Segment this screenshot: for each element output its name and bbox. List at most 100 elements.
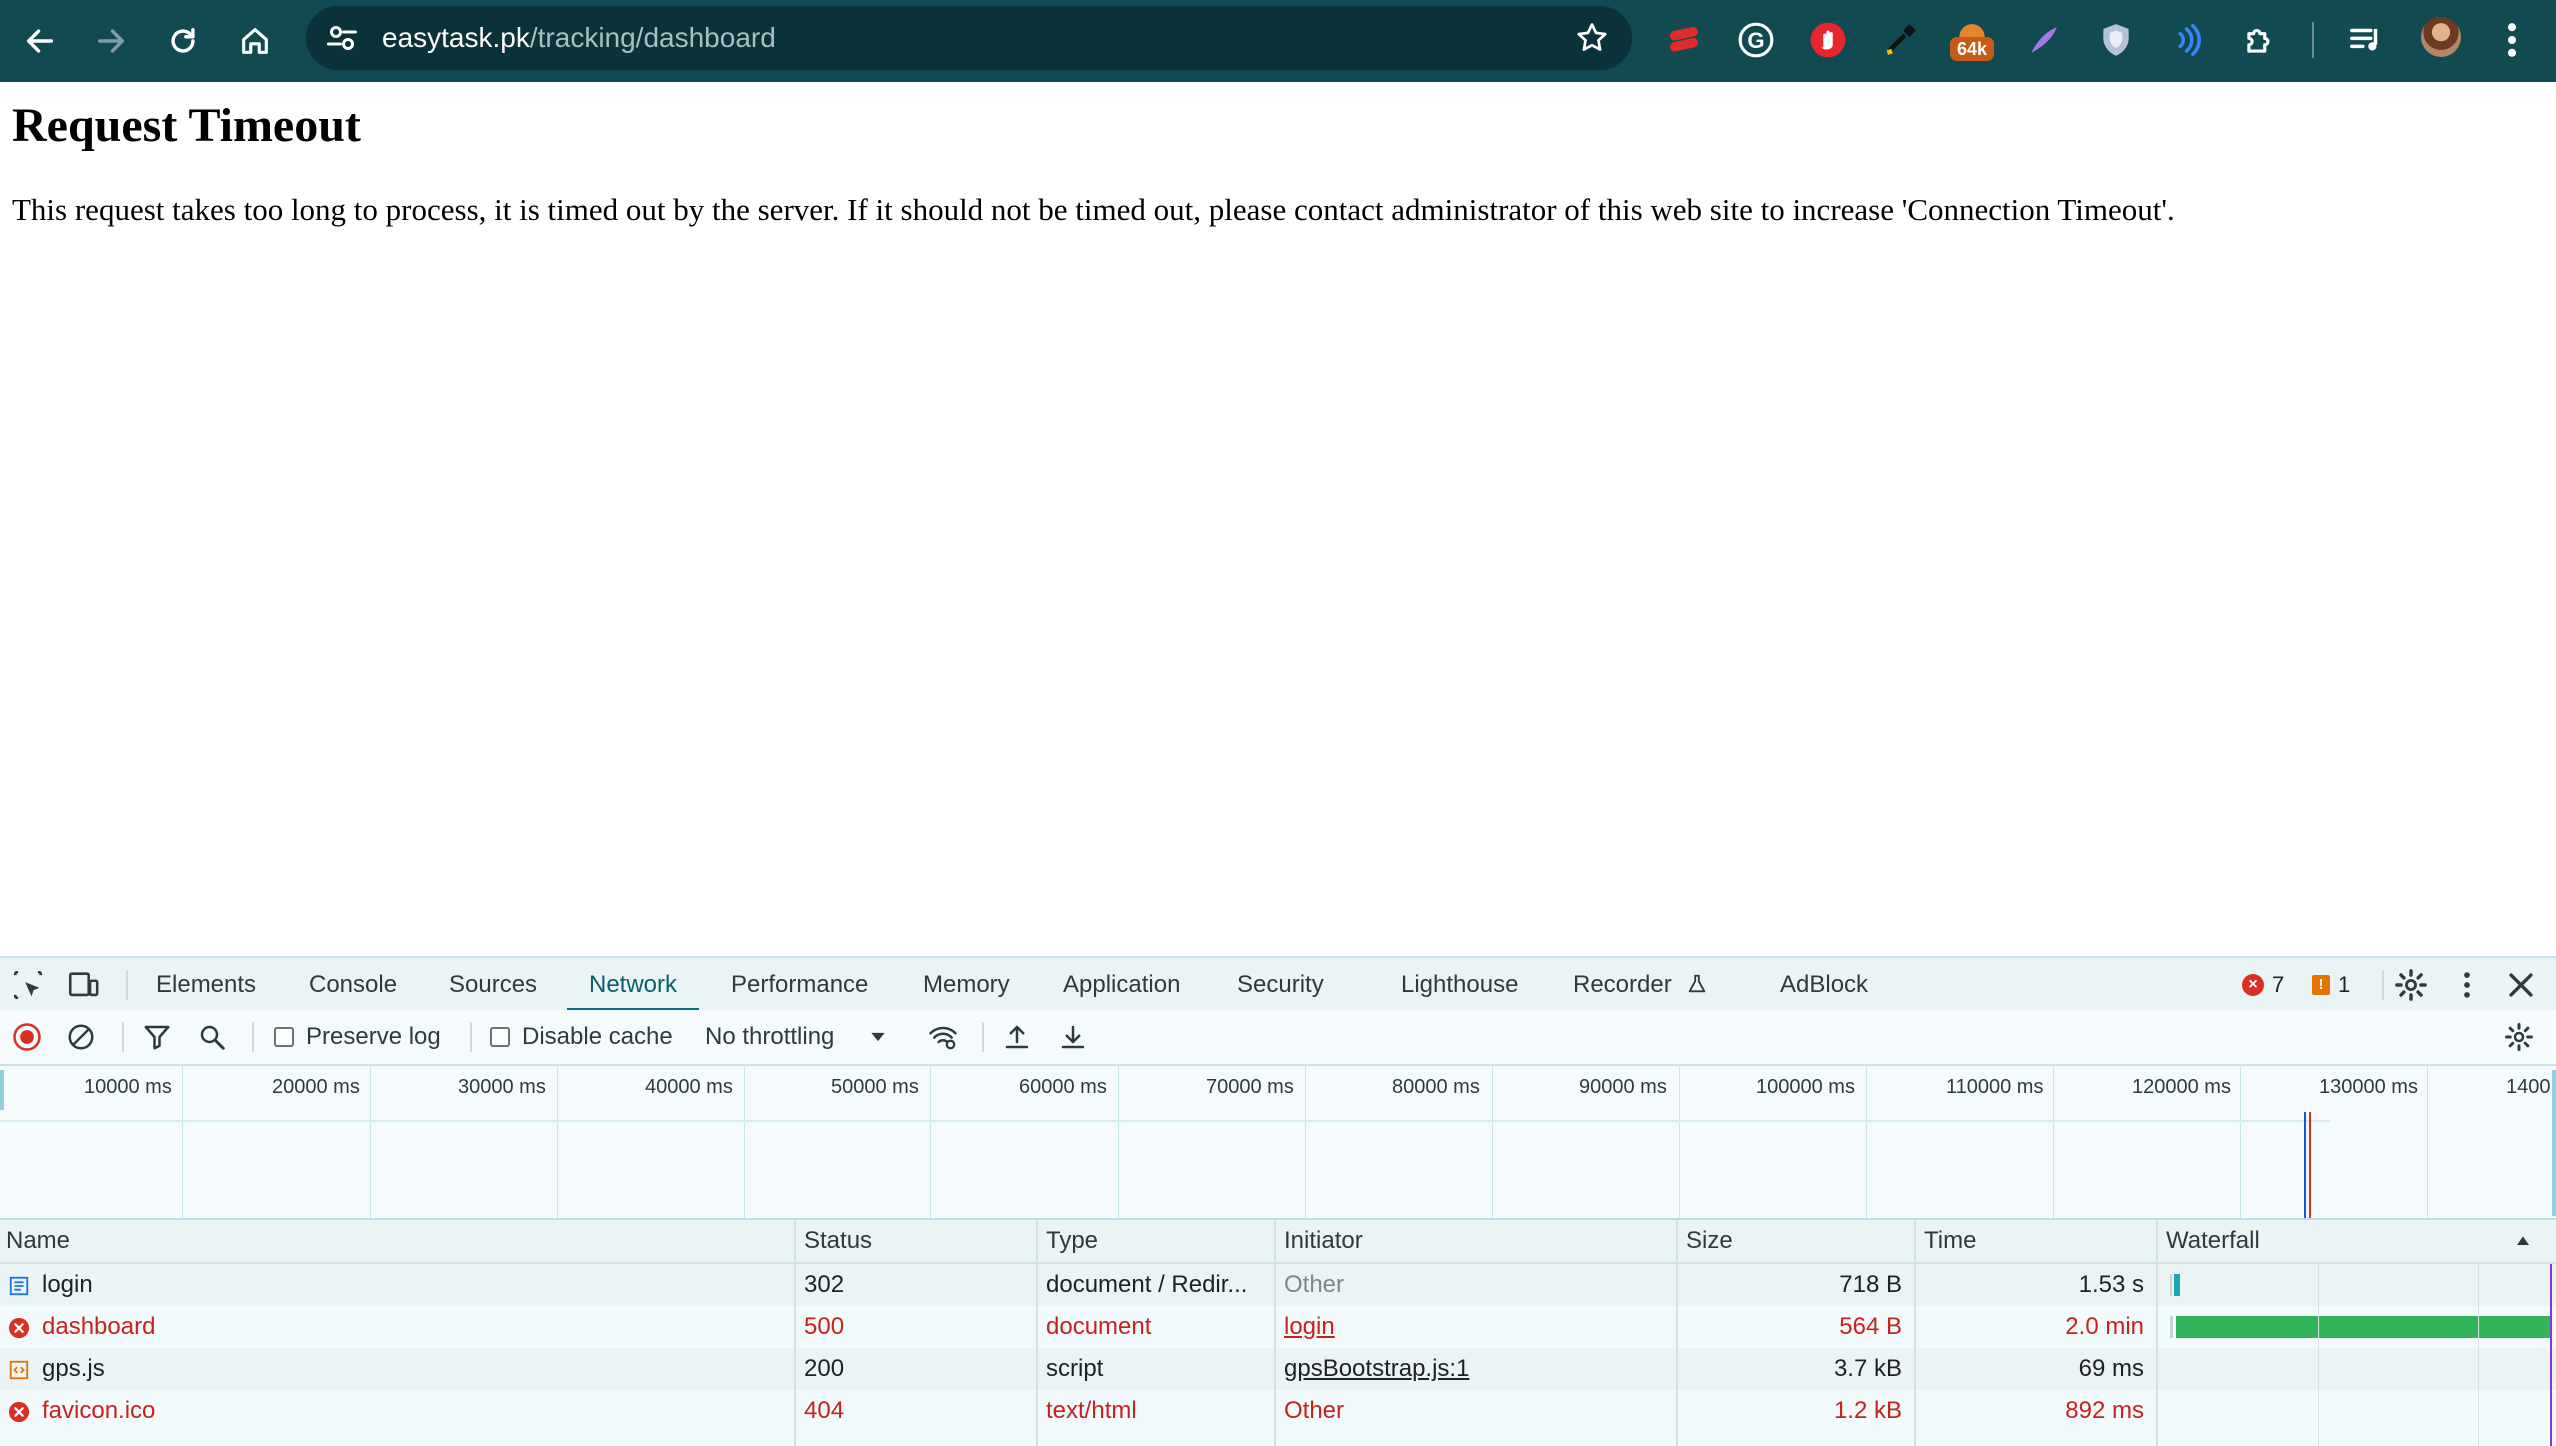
feather-icon[interactable]: [2022, 18, 2066, 62]
devtools-menu-icon[interactable]: [2450, 968, 2484, 1002]
column-divider[interactable]: [2156, 1220, 2158, 1446]
profile-avatar[interactable]: [2421, 17, 2461, 57]
tab-application[interactable]: Application: [1063, 958, 1180, 1010]
search-icon[interactable]: [197, 1020, 227, 1054]
menu-kebab-icon[interactable]: [2500, 18, 2524, 62]
tab-performance[interactable]: Performance: [731, 958, 868, 1010]
page-content: Request Timeout This request takes too l…: [0, 82, 2556, 956]
column-time[interactable]: Time: [1918, 1220, 1976, 1262]
error-icon: [8, 1401, 30, 1423]
table-row[interactable]: gps.js 200 script gpsBootstrap.js:1 3.7 …: [0, 1348, 2556, 1390]
extension-badge: 64k: [1950, 37, 1995, 61]
tab-console[interactable]: Console: [309, 958, 397, 1010]
network-conditions-icon[interactable]: [928, 1020, 958, 1054]
export-har-icon[interactable]: [1058, 1020, 1088, 1054]
address-bar[interactable]: easytask.pk/tracking/dashboard: [306, 6, 1632, 70]
shield-icon[interactable]: [2094, 18, 2138, 62]
column-type[interactable]: Type: [1040, 1220, 1098, 1262]
network-control-bar: Preserve log Disable cache No throttling: [0, 1010, 2556, 1066]
network-settings-gear-icon[interactable]: [2504, 1020, 2534, 1054]
tab-lighthouse[interactable]: Lighthouse: [1401, 958, 1518, 1010]
column-divider[interactable]: [1914, 1220, 1916, 1446]
table-row[interactable]: dashboard 500 document login 564 B 2.0 m…: [0, 1306, 2556, 1348]
column-status[interactable]: Status: [798, 1220, 872, 1262]
puzzle-icon[interactable]: [2238, 18, 2282, 62]
request-type: document / Redir...: [1046, 1271, 1248, 1298]
column-name[interactable]: Name: [0, 1220, 70, 1262]
timeline-tick: 130000 ms: [2319, 1076, 2418, 1098]
dom-content-loaded-marker: [2304, 1112, 2306, 1218]
import-har-icon[interactable]: [1002, 1020, 1032, 1054]
column-divider[interactable]: [1676, 1220, 1678, 1446]
eyedropper-icon[interactable]: [1878, 18, 1922, 62]
request-name[interactable]: login: [36, 1264, 786, 1306]
tab-elements[interactable]: Elements: [156, 958, 256, 1010]
sort-ascending-icon[interactable]: [2514, 1233, 2532, 1249]
lastpass-icon[interactable]: [1662, 18, 1706, 62]
timeline-right-handle[interactable]: [2552, 1070, 2556, 1216]
settings-gear-icon[interactable]: [2394, 968, 2428, 1002]
request-size: 564 B: [1839, 1313, 1902, 1340]
throttling-select[interactable]: No throttling: [705, 1020, 888, 1054]
preserve-log-box[interactable]: [274, 1027, 294, 1047]
audio-icon[interactable]: [2166, 18, 2210, 62]
tab-network[interactable]: Network: [566, 958, 700, 1012]
preserve-log-checkbox[interactable]: Preserve log: [274, 1020, 441, 1054]
column-divider[interactable]: [1274, 1220, 1276, 1446]
bookmark-star-icon[interactable]: [1574, 20, 1610, 56]
tab-sources[interactable]: Sources: [449, 958, 537, 1010]
table-header: Name Status Type Initiator Size Time Wat…: [0, 1220, 2556, 1264]
request-name[interactable]: favicon.ico: [36, 1390, 786, 1432]
column-initiator[interactable]: Initiator: [1278, 1220, 1363, 1262]
grammarly-icon[interactable]: G: [1734, 18, 1778, 62]
request-initiator[interactable]: login: [1278, 1306, 1674, 1348]
close-devtools-icon[interactable]: [2504, 968, 2538, 1002]
media-controls-icon[interactable]: [2344, 18, 2388, 62]
column-divider[interactable]: [1036, 1220, 1038, 1446]
tab-security[interactable]: Security: [1237, 958, 1324, 1010]
back-icon[interactable]: [13, 14, 67, 68]
timeline-tick: 1400: [2506, 1076, 2551, 1098]
column-divider[interactable]: [794, 1220, 796, 1446]
waterfall-bar: [2176, 1316, 2552, 1338]
table-row[interactable]: favicon.ico 404 text/html Other 1.2 kB 8…: [0, 1390, 2556, 1432]
request-status: 200: [804, 1355, 845, 1382]
request-time: 69 ms: [2078, 1355, 2144, 1382]
timeline-gridline: [182, 1066, 183, 1218]
forward-icon[interactable]: [84, 14, 138, 68]
site-info-icon[interactable]: [324, 20, 360, 56]
filter-icon[interactable]: [142, 1020, 172, 1054]
error-counter[interactable]: × 7: [2242, 972, 2284, 998]
timeline-tick: 40000 ms: [645, 1076, 733, 1098]
tab-memory[interactable]: Memory: [923, 958, 1010, 1010]
reload-icon[interactable]: [156, 14, 210, 68]
column-size[interactable]: Size: [1680, 1220, 1733, 1262]
network-overview-timeline[interactable]: 10000 ms 20000 ms 30000 ms 40000 ms 5000…: [0, 1066, 2556, 1220]
tab-recorder[interactable]: Recorder: [1573, 958, 1708, 1010]
timeline-tick: 120000 ms: [2132, 1076, 2231, 1098]
clear-icon[interactable]: [66, 1020, 96, 1054]
toolbar-divider: [2312, 22, 2314, 58]
home-icon[interactable]: [228, 14, 282, 68]
request-size: 3.7 kB: [1833, 1355, 1902, 1382]
control-divider: [122, 1022, 124, 1052]
adblock-icon[interactable]: [1806, 18, 1850, 62]
timeline-gridline: [2427, 1066, 2428, 1218]
timeline-left-handle[interactable]: [0, 1070, 4, 1110]
waterfall-load-marker: [2550, 1264, 2552, 1446]
request-initiator[interactable]: gpsBootstrap.js:1: [1278, 1348, 1674, 1390]
device-toolbar-icon[interactable]: [66, 968, 100, 1002]
flask-icon: [1689, 974, 1706, 993]
table-row[interactable]: login 302 document / Redir... Other 718 …: [0, 1264, 2556, 1306]
request-name[interactable]: dashboard: [36, 1306, 786, 1348]
request-name[interactable]: gps.js: [36, 1348, 786, 1390]
url-text[interactable]: easytask.pk/tracking/dashboard: [382, 6, 776, 70]
disable-cache-box[interactable]: [490, 1027, 510, 1047]
tab-adblock[interactable]: AdBlock: [1780, 958, 1868, 1010]
disable-cache-checkbox[interactable]: Disable cache: [490, 1020, 673, 1054]
inspect-element-icon[interactable]: [11, 968, 45, 1002]
control-divider: [252, 1022, 254, 1052]
column-waterfall[interactable]: Waterfall: [2160, 1220, 2260, 1262]
stop-recording-icon[interactable]: [12, 1020, 42, 1054]
warning-counter[interactable]: ! 1: [2312, 972, 2350, 998]
